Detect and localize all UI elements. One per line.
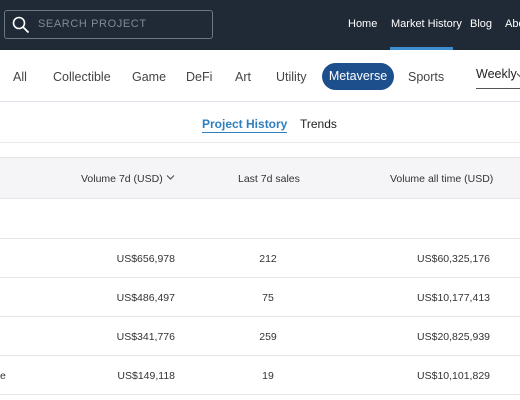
table-row[interactable]: US$656,978 212 US$60,325,176 xyxy=(0,239,520,278)
category-all[interactable]: All xyxy=(13,70,27,84)
volume-all-time-cell: US$20,825,939 xyxy=(417,331,490,343)
tab-trends[interactable]: Trends xyxy=(300,117,337,131)
search-input[interactable]: SEARCH PROJECT xyxy=(38,18,147,30)
table-row-empty xyxy=(0,199,520,239)
search-icon xyxy=(12,16,30,34)
volume-7d-cell: US$341,776 xyxy=(116,331,175,343)
table-header: Volume 7d (USD) Last 7d sales Volume all… xyxy=(0,157,520,199)
column-header-volume-7d[interactable]: Volume 7d (USD) xyxy=(81,173,163,185)
table-row[interactable]: e US$149,118 19 US$10,101,829 xyxy=(0,356,520,395)
volume-all-time-cell: US$10,101,829 xyxy=(417,370,490,382)
nav-home-link[interactable]: Home xyxy=(348,18,377,30)
category-art[interactable]: Art xyxy=(235,70,251,84)
volume-all-time-cell: US$60,325,176 xyxy=(417,253,490,265)
volume-7d-cell: US$149,118 xyxy=(117,370,175,382)
category-filter-bar: All Collectible Game DeFi Art Utility Me… xyxy=(0,50,520,102)
table-row[interactable]: US$486,497 75 US$10,177,413 xyxy=(0,278,520,317)
tab-project-history[interactable]: Project History xyxy=(202,117,288,133)
table-row[interactable]: US$341,776 259 US$20,825,939 xyxy=(0,317,520,356)
category-defi[interactable]: DeFi xyxy=(186,70,212,84)
category-metaverse[interactable]: Metaverse xyxy=(322,63,394,90)
volume-7d-cell: US$486,497 xyxy=(116,292,175,304)
sales-7d-cell: 212 xyxy=(259,253,277,265)
category-utility[interactable]: Utility xyxy=(276,70,307,84)
sales-7d-cell: 75 xyxy=(262,292,274,304)
nav-blog-link[interactable]: Blog xyxy=(470,18,492,30)
sort-chevron-icon[interactable] xyxy=(166,174,175,181)
top-navbar: SEARCH PROJECT Home Market History Blog … xyxy=(0,0,520,50)
sales-7d-cell: 19 xyxy=(262,370,274,382)
volume-7d-cell: US$656,978 xyxy=(116,253,175,265)
nav-market-history-link[interactable]: Market History xyxy=(391,18,462,30)
view-tabs: Project History Trends xyxy=(0,103,520,143)
volume-all-time-cell: US$10,177,413 xyxy=(417,292,490,304)
search-box[interactable]: SEARCH PROJECT xyxy=(4,10,213,39)
project-name-cell: e xyxy=(0,370,6,382)
category-collectible[interactable]: Collectible xyxy=(53,70,111,84)
chevron-down-icon xyxy=(516,73,520,78)
sales-7d-cell: 259 xyxy=(259,331,277,343)
column-header-last-7d-sales[interactable]: Last 7d sales xyxy=(238,173,300,185)
nav-about-link[interactable]: Abo xyxy=(505,18,520,30)
period-select[interactable]: Weekly xyxy=(476,67,520,89)
category-game[interactable]: Game xyxy=(132,70,166,84)
category-sports[interactable]: Sports xyxy=(408,70,444,84)
column-header-volume-all-time[interactable]: Volume all time (USD) xyxy=(390,173,493,185)
period-select-value: Weekly xyxy=(476,67,517,81)
category-metaverse-label: Metaverse xyxy=(328,69,388,83)
